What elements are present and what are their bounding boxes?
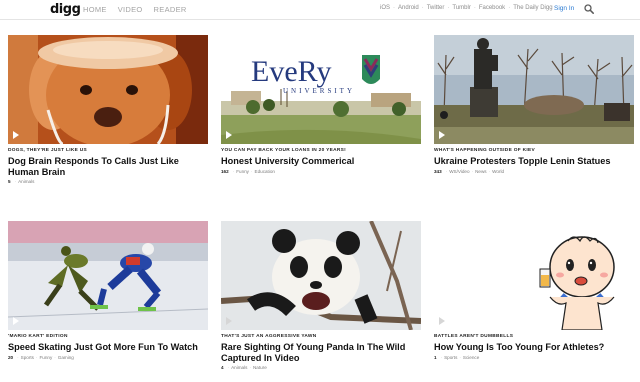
play-icon[interactable] <box>439 131 445 139</box>
story-kicker: 'MARIO KART' EDITION <box>8 334 68 339</box>
top-navigation-bar: digg HOME VIDEO READER iOS · Android · T… <box>0 0 640 20</box>
speed-skating-image <box>8 221 208 330</box>
story-thumbnail[interactable] <box>8 35 208 144</box>
baby-athlete-illustration <box>434 221 634 330</box>
story-meta: 343 · WS/Video · News · World <box>434 169 634 174</box>
separator: · <box>17 354 19 360</box>
digg-count: 5 <box>8 179 11 184</box>
story-thumbnail[interactable] <box>8 221 208 330</box>
story-headline[interactable]: Ukraine Protesters Topple Lenin Statues <box>434 156 634 167</box>
play-icon[interactable] <box>13 131 19 139</box>
story-headline[interactable]: How Young Is Too Young For Athletes? <box>434 342 634 353</box>
story-tag[interactable]: Funny <box>236 169 249 174</box>
story-meta: 4 · Animals · Nature <box>221 365 421 370</box>
story-kicker: BATTLES AREN'T DUMBBELLS <box>434 334 514 339</box>
story-card: 'MARIO KART' EDITION Speed Skating Just … <box>8 221 208 360</box>
digg-count: 20 <box>8 354 14 360</box>
story-tag[interactable]: Funny <box>39 355 52 360</box>
separator: · <box>249 365 251 370</box>
digg-count: 162 <box>221 168 229 174</box>
university-brand: EveRy <box>251 55 331 88</box>
link-facebook[interactable]: Facebook <box>479 5 505 11</box>
separator: · <box>393 5 396 11</box>
link-android[interactable]: Android <box>398 5 419 11</box>
separator: · <box>488 168 491 174</box>
story-tag[interactable]: Sports <box>21 355 34 360</box>
story-thumbnail[interactable] <box>434 221 634 330</box>
story-kicker: YOU CAN PAY BACK YOUR LOANS IN 20 YEARS! <box>221 148 347 153</box>
separator: · <box>14 179 17 184</box>
app-links: iOS · Android · Twitter · Tumblr · Faceb… <box>380 5 553 11</box>
university-ad-image: EveRy UNIVERSITY <box>221 35 421 144</box>
story-card: THAT'S JUST AN AGGRESSIVE YAWN Rare Sigh… <box>221 221 421 370</box>
main-nav: HOME VIDEO READER <box>83 5 198 14</box>
play-icon[interactable] <box>13 317 19 325</box>
link-twitter[interactable]: Twitter <box>427 5 445 11</box>
story-tag[interactable]: WS/Video <box>449 169 469 174</box>
story-tag[interactable]: Animals <box>231 365 247 370</box>
story-tag[interactable]: Sports <box>444 355 457 360</box>
nav-video[interactable]: VIDEO <box>118 5 143 14</box>
lenin-statue-image <box>434 35 634 144</box>
story-thumbnail[interactable]: EveRy UNIVERSITY <box>221 35 421 144</box>
link-ios[interactable]: iOS <box>380 5 390 11</box>
story-kicker: THAT'S JUST AN AGGRESSIVE YAWN <box>221 334 317 339</box>
story-meta: 162 · Funny · Education <box>221 169 421 174</box>
nav-reader[interactable]: READER <box>154 5 187 14</box>
nav-home[interactable]: HOME <box>83 5 107 14</box>
story-tag[interactable]: Gaming <box>58 355 74 360</box>
play-icon[interactable] <box>226 317 232 325</box>
panda-image <box>221 221 421 330</box>
separator: · <box>227 365 230 370</box>
separator: · <box>459 354 461 360</box>
separator: · <box>440 354 443 360</box>
separator: · <box>421 5 424 11</box>
separator: · <box>250 168 253 174</box>
link-tumblr[interactable]: Tumblr <box>452 5 470 11</box>
story-card: EveRy UNIVERSITY YOU CAN PAY BACK YOUR L… <box>221 35 421 174</box>
story-headline[interactable]: Honest University Commerical <box>221 156 421 167</box>
story-kicker: WHAT'S HAPPENING OUTSIDE OF KIEV <box>434 148 535 153</box>
digg-count: 343 <box>434 168 442 174</box>
story-tag[interactable]: World <box>492 169 504 174</box>
story-meta: 5 · Animals <box>8 179 208 184</box>
digg-logo[interactable]: digg <box>50 2 81 17</box>
separator: · <box>445 168 448 174</box>
story-tag[interactable]: News <box>475 169 487 174</box>
link-daily-digg[interactable]: The Daily Digg <box>513 5 552 11</box>
story-tag[interactable]: Nature <box>253 365 267 370</box>
story-headline[interactable]: Speed Skating Just Got More Fun To Watch <box>8 342 208 353</box>
story-tag[interactable]: Education <box>255 169 275 174</box>
story-thumbnail[interactable] <box>434 35 634 144</box>
dog-image <box>8 35 208 144</box>
separator: · <box>508 5 511 11</box>
separator: · <box>447 5 450 11</box>
story-card: BATTLES AREN'T DUMBBELLS How Young Is To… <box>434 221 634 360</box>
separator: · <box>54 354 56 360</box>
story-meta: 20 · Sports · Funny · Gaming <box>8 355 208 360</box>
university-subtitle: UNIVERSITY <box>283 87 355 95</box>
story-kicker: DOGS, THEY'RE JUST LIKE US <box>8 148 88 153</box>
separator: · <box>471 168 474 174</box>
story-card: DOGS, THEY'RE JUST LIKE US Dog Brain Res… <box>8 35 208 184</box>
search-icon[interactable] <box>584 4 594 14</box>
play-icon[interactable] <box>439 317 445 325</box>
story-headline[interactable]: Rare Sighting Of Young Panda In The Wild… <box>221 342 421 363</box>
story-meta: 1 · Sports · Science <box>434 355 634 360</box>
digg-count: 4 <box>221 365 224 370</box>
story-headline[interactable]: Dog Brain Responds To Calls Just Like Hu… <box>8 156 208 177</box>
separator: · <box>35 354 38 360</box>
story-tag[interactable]: Science <box>463 355 479 360</box>
separator: · <box>473 5 476 11</box>
story-thumbnail[interactable] <box>221 221 421 330</box>
play-icon[interactable] <box>226 131 232 139</box>
sign-in-link[interactable]: Sign In <box>554 5 574 12</box>
separator: · <box>232 168 235 174</box>
story-card: WHAT'S HAPPENING OUTSIDE OF KIEV Ukraine… <box>434 35 634 174</box>
digg-count: 1 <box>434 354 437 360</box>
story-tag[interactable]: Animals <box>18 179 34 184</box>
